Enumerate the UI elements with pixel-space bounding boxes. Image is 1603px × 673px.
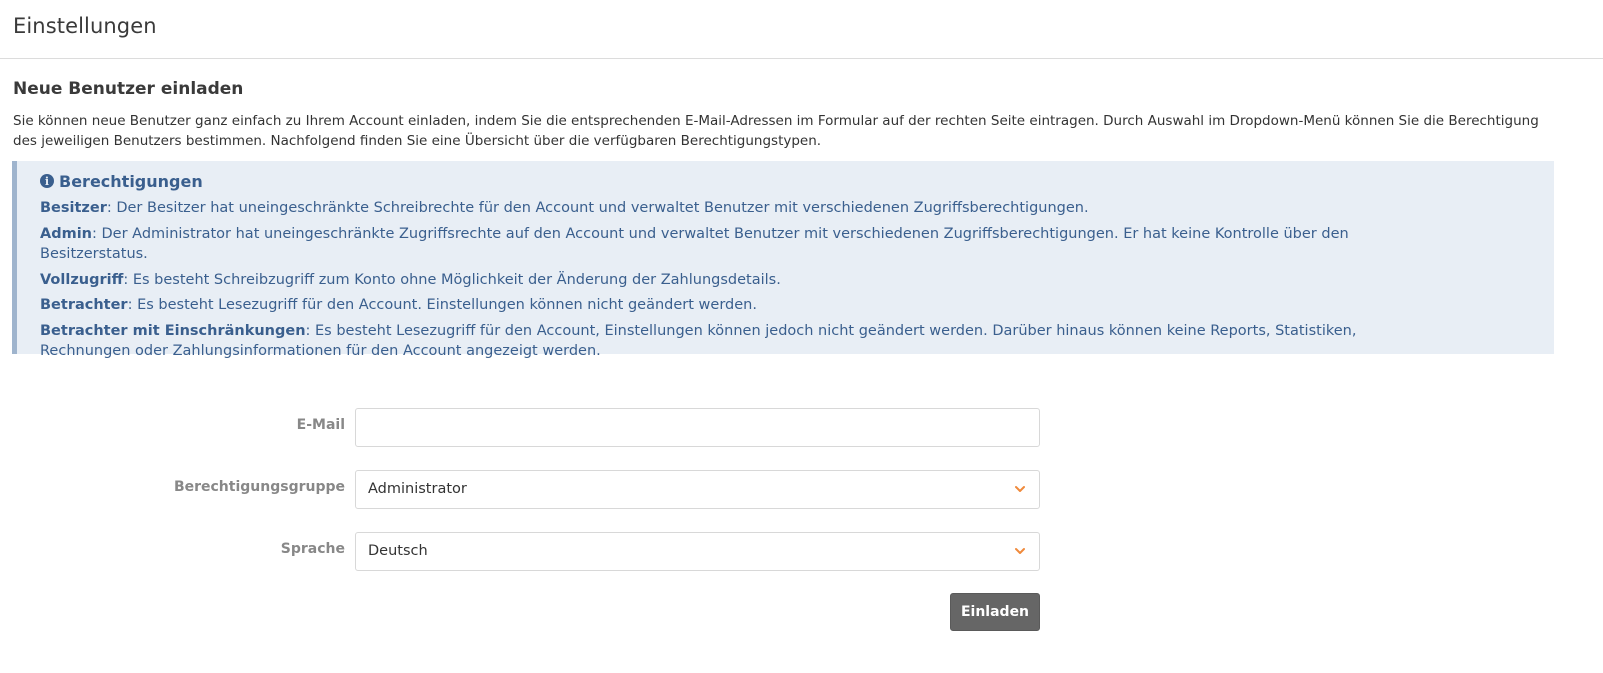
permission-item-vollzugriff: Vollzugriff: Es besteht Schreibzugriff z… bbox=[40, 270, 1554, 291]
page-header: Einstellungen bbox=[0, 0, 1603, 59]
permission-name: Betrachter mit Einschränkungen bbox=[40, 322, 306, 339]
page-title: Einstellungen bbox=[13, 14, 157, 38]
language-select[interactable]: Deutsch bbox=[355, 532, 1040, 571]
permission-item-besitzer: Besitzer: Der Besitzer hat uneingeschrän… bbox=[40, 198, 1554, 219]
permission-group-select[interactable]: Administrator bbox=[355, 470, 1040, 509]
permission-description: : Der Besitzer hat uneingeschränkte Schr… bbox=[106, 200, 1089, 216]
chevron-down-icon bbox=[1015, 548, 1025, 554]
permission-name: Besitzer bbox=[40, 200, 107, 216]
language-label: Sprache bbox=[280, 541, 345, 557]
permission-group-value: Administrator bbox=[368, 481, 467, 497]
invite-button[interactable]: Einladen bbox=[950, 593, 1040, 631]
permission-group-label: Berechtigungsgruppe bbox=[173, 479, 345, 495]
info-circle-icon: i bbox=[40, 174, 54, 188]
chevron-down-icon bbox=[1015, 486, 1025, 492]
intro-text: Sie können neue Benutzer ganz einfach zu… bbox=[13, 113, 1539, 149]
permissions-title: Berechtigungen bbox=[59, 171, 203, 191]
language-value: Deutsch bbox=[368, 543, 428, 559]
permission-description: : Der Administrator hat uneingeschränkte… bbox=[40, 225, 1349, 263]
section-title: Neue Benutzer einladen bbox=[13, 79, 244, 99]
permission-item-admin: Admin: Der Administrator hat uneingeschr… bbox=[40, 224, 1554, 265]
permission-name: Vollzugriff bbox=[40, 271, 124, 288]
permission-name: Admin bbox=[40, 225, 93, 242]
permission-name: Betrachter bbox=[40, 297, 128, 313]
email-label: E-Mail bbox=[296, 417, 345, 433]
permissions-heading: i Berechtigungen bbox=[40, 171, 1554, 191]
email-input[interactable] bbox=[355, 408, 1040, 447]
permission-item-betrachter-eingeschraenkt: Betrachter mit Einschränkungen: Es beste… bbox=[40, 321, 1554, 362]
permissions-info-box: i Berechtigungen Besitzer: Der Besitzer … bbox=[12, 161, 1554, 359]
permission-description: : Es besteht Schreibzugriff zum Konto oh… bbox=[123, 271, 781, 288]
permission-description: : Es besteht Lesezugriff für den Account… bbox=[127, 297, 757, 313]
permission-item-betrachter: Betrachter: Es besteht Lesezugriff für d… bbox=[40, 295, 1554, 316]
